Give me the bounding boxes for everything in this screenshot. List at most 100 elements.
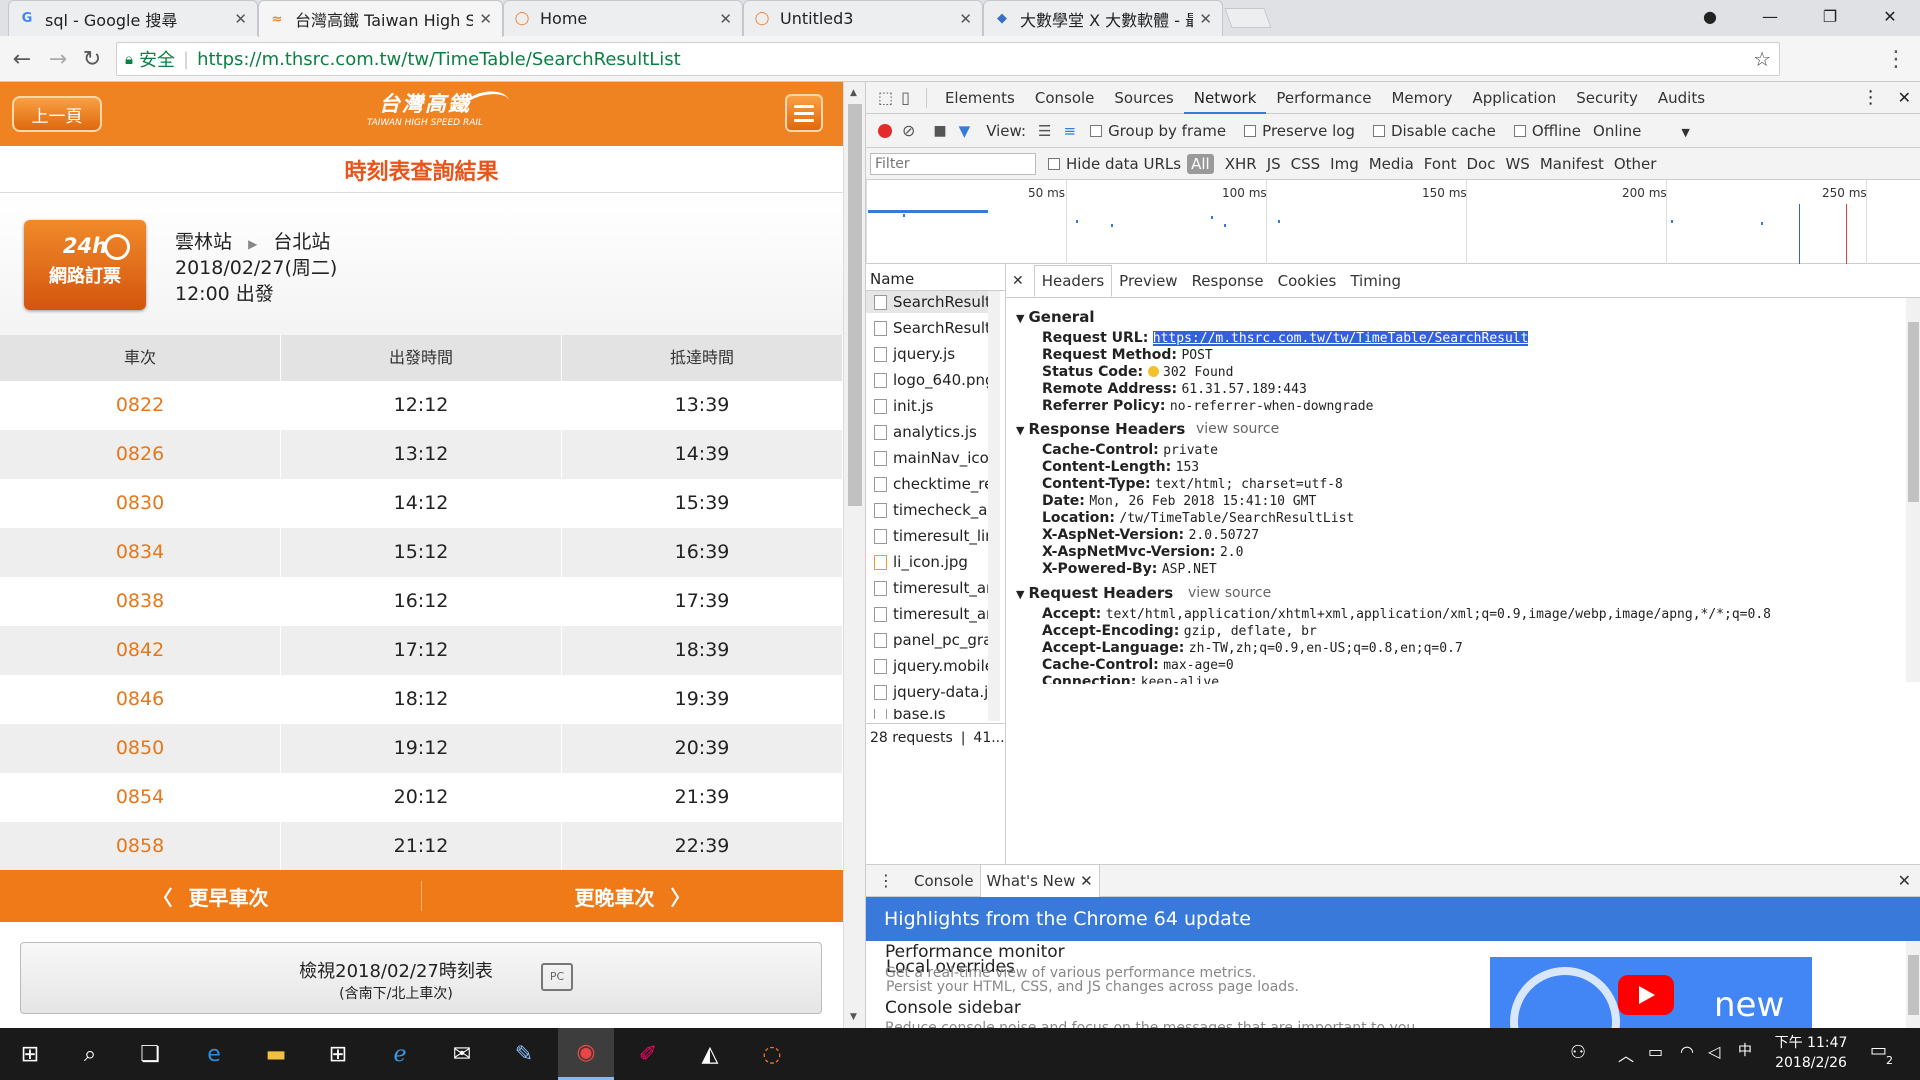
drawer-menu-icon[interactable]: ⋮: [878, 871, 894, 890]
windows-start-icon[interactable]: ⊞: [2, 1028, 58, 1080]
filter-doc[interactable]: Doc: [1461, 155, 1500, 173]
request-row[interactable]: timeresult_ar: [874, 605, 996, 623]
detail-scrollbar[interactable]: [1906, 298, 1920, 682]
view-source-link[interactable]: view source: [1188, 585, 1271, 601]
request-row[interactable]: timecheck_ar: [874, 501, 996, 519]
table-row[interactable]: 0822 12:12 13:39: [0, 381, 843, 430]
tab-sources[interactable]: Sources: [1104, 82, 1183, 114]
bookmark-star-icon[interactable]: ☆: [1753, 47, 1771, 71]
chrome64-video-thumbnail[interactable]: new: [1490, 957, 1812, 1029]
ime-icon[interactable]: 中: [1738, 1040, 1752, 1060]
browser-tab-home[interactable]: ◯ Home ✕: [503, 0, 743, 36]
tab-cookies[interactable]: Cookies: [1271, 264, 1344, 298]
clear-icon[interactable]: ⊘: [902, 121, 915, 140]
drawer-scrollbar[interactable]: [1906, 941, 1920, 1029]
profile-icon[interactable]: ●: [1686, 0, 1734, 32]
filter-manifest[interactable]: Manifest: [1535, 155, 1609, 173]
forward-arrow-icon[interactable]: →: [42, 43, 74, 75]
offline-checkbox[interactable]: Offline: [1513, 122, 1581, 140]
throttling-select[interactable]: Online ▼: [1593, 122, 1690, 140]
request-row[interactable]: timeresult_lin: [874, 527, 996, 545]
filter-js[interactable]: JS: [1262, 155, 1286, 173]
filter-css[interactable]: CSS: [1286, 155, 1326, 173]
maximize-icon[interactable]: ❐: [1806, 0, 1854, 32]
table-row[interactable]: 0842 17:12 18:39: [0, 626, 843, 675]
request-list-scrollbar[interactable]: [988, 291, 1000, 721]
request-row[interactable]: jquery.js: [874, 345, 996, 363]
train-no[interactable]: 0826: [0, 430, 281, 479]
tab-application[interactable]: Application: [1462, 82, 1566, 114]
filter-icon[interactable]: ▼: [959, 122, 971, 140]
edge-icon[interactable]: e: [186, 1028, 242, 1080]
group-by-frame-checkbox[interactable]: Group by frame: [1090, 122, 1226, 140]
table-row[interactable]: 0838 16:12 17:39: [0, 577, 843, 626]
filter-ws[interactable]: WS: [1500, 155, 1534, 173]
view-source-link[interactable]: view source: [1196, 421, 1279, 437]
people-icon[interactable]: ⚇: [1570, 1042, 1586, 1063]
back-button[interactable]: 上一頁: [12, 96, 102, 132]
request-row[interactable]: SearchResult: [874, 293, 996, 311]
request-row[interactable]: jquery-data.js: [874, 683, 996, 701]
store-icon[interactable]: ⊞: [310, 1028, 366, 1080]
inspect-element-icon[interactable]: ⬚: [878, 88, 893, 107]
close-tab-icon[interactable]: ✕: [1199, 10, 1212, 28]
table-row[interactable]: 0826 13:12 14:39: [0, 430, 843, 479]
scroll-down-icon[interactable]: ▼: [850, 1012, 857, 1022]
new-tab-button[interactable]: [1224, 8, 1272, 28]
devtools-close-icon[interactable]: ✕: [1898, 88, 1911, 107]
tab-audits[interactable]: Audits: [1648, 82, 1715, 114]
table-row[interactable]: 0834 15:12 16:39: [0, 528, 843, 577]
file-explorer-icon[interactable]: ▬: [248, 1028, 304, 1080]
battery-icon[interactable]: ▭: [1648, 1042, 1663, 1061]
internet-explorer-icon[interactable]: ℯ: [372, 1028, 428, 1080]
scrollbar-thumb[interactable]: [848, 104, 862, 506]
fox-app-icon[interactable]: ◭: [682, 1028, 738, 1080]
request-row[interactable]: timeresult_ar: [874, 579, 996, 597]
close-detail-icon[interactable]: ✕: [1012, 273, 1024, 289]
scroll-up-icon[interactable]: ▲: [850, 88, 857, 98]
devtools-menu-icon[interactable]: ⋮: [1862, 87, 1880, 108]
tab-elements[interactable]: Elements: [935, 82, 1025, 114]
browser-tab-google[interactable]: G sql - Google 搜尋 ✕: [8, 0, 258, 36]
hide-data-urls-checkbox[interactable]: Hide data URLs: [1048, 155, 1181, 173]
request-row[interactable]: init.js: [874, 397, 996, 415]
page-scrollbar[interactable]: ▲ ▼: [843, 82, 865, 1028]
wifi-icon[interactable]: ◠: [1680, 1042, 1694, 1061]
sketch-app-icon[interactable]: ✐: [620, 1028, 676, 1080]
notification-icon[interactable]: ▭: [1870, 1040, 1887, 1061]
tray-expand-icon[interactable]: ︿: [1618, 1042, 1634, 1066]
table-row[interactable]: 0850 19:12 20:39: [0, 724, 843, 773]
device-toolbar-icon[interactable]: ▯: [901, 88, 910, 107]
filter-media[interactable]: Media: [1364, 155, 1419, 173]
general-section[interactable]: ▼ General: [1016, 308, 1094, 326]
jupyter-taskbar-icon[interactable]: ◌: [744, 1028, 800, 1080]
train-no[interactable]: 0854: [0, 773, 281, 822]
chrome-menu-icon[interactable]: ⋮: [1880, 43, 1912, 75]
table-row[interactable]: 0858 21:12 22:39: [0, 822, 843, 871]
request-row[interactable]: panel_pc_gra: [874, 631, 996, 649]
tab-response[interactable]: Response: [1185, 264, 1271, 298]
paint-icon[interactable]: ✎: [496, 1028, 552, 1080]
train-no[interactable]: 0858: [0, 822, 281, 871]
train-no[interactable]: 0830: [0, 479, 281, 528]
drawer-tab-console[interactable]: Console: [908, 872, 980, 890]
request-headers-section[interactable]: ▼ Request Headers: [1016, 584, 1173, 602]
close-tab-icon[interactable]: ✕: [959, 10, 972, 28]
request-row[interactable]: checktime_re: [874, 475, 996, 493]
request-row[interactable]: jquery.mobile: [874, 657, 996, 675]
train-no[interactable]: 0846: [0, 675, 281, 724]
earlier-trains-button[interactable]: 〈更早車次: [0, 882, 421, 911]
name-column-header[interactable]: Name: [870, 270, 914, 288]
task-view-icon[interactable]: ❏: [122, 1028, 178, 1080]
tab-headers[interactable]: Headers: [1033, 264, 1113, 297]
train-no[interactable]: 0838: [0, 577, 281, 626]
tab-network[interactable]: Network: [1183, 82, 1267, 114]
chrome-taskbar-icon[interactable]: ◉: [558, 1028, 614, 1080]
filter-all[interactable]: All: [1187, 153, 1214, 174]
online-booking-button[interactable]: 24h 網路訂票: [24, 220, 146, 310]
close-tab-icon[interactable]: ✕: [234, 10, 247, 28]
large-rows-icon[interactable]: ☰: [1038, 122, 1051, 140]
network-overview-timeline[interactable]: 50 ms 100 ms 150 ms 200 ms 250 ms: [866, 180, 1920, 264]
url-text[interactable]: https://m.thsrc.com.tw/tw/TimeTable/Sear…: [197, 49, 681, 70]
capture-screenshots-icon[interactable]: ■: [933, 123, 946, 139]
